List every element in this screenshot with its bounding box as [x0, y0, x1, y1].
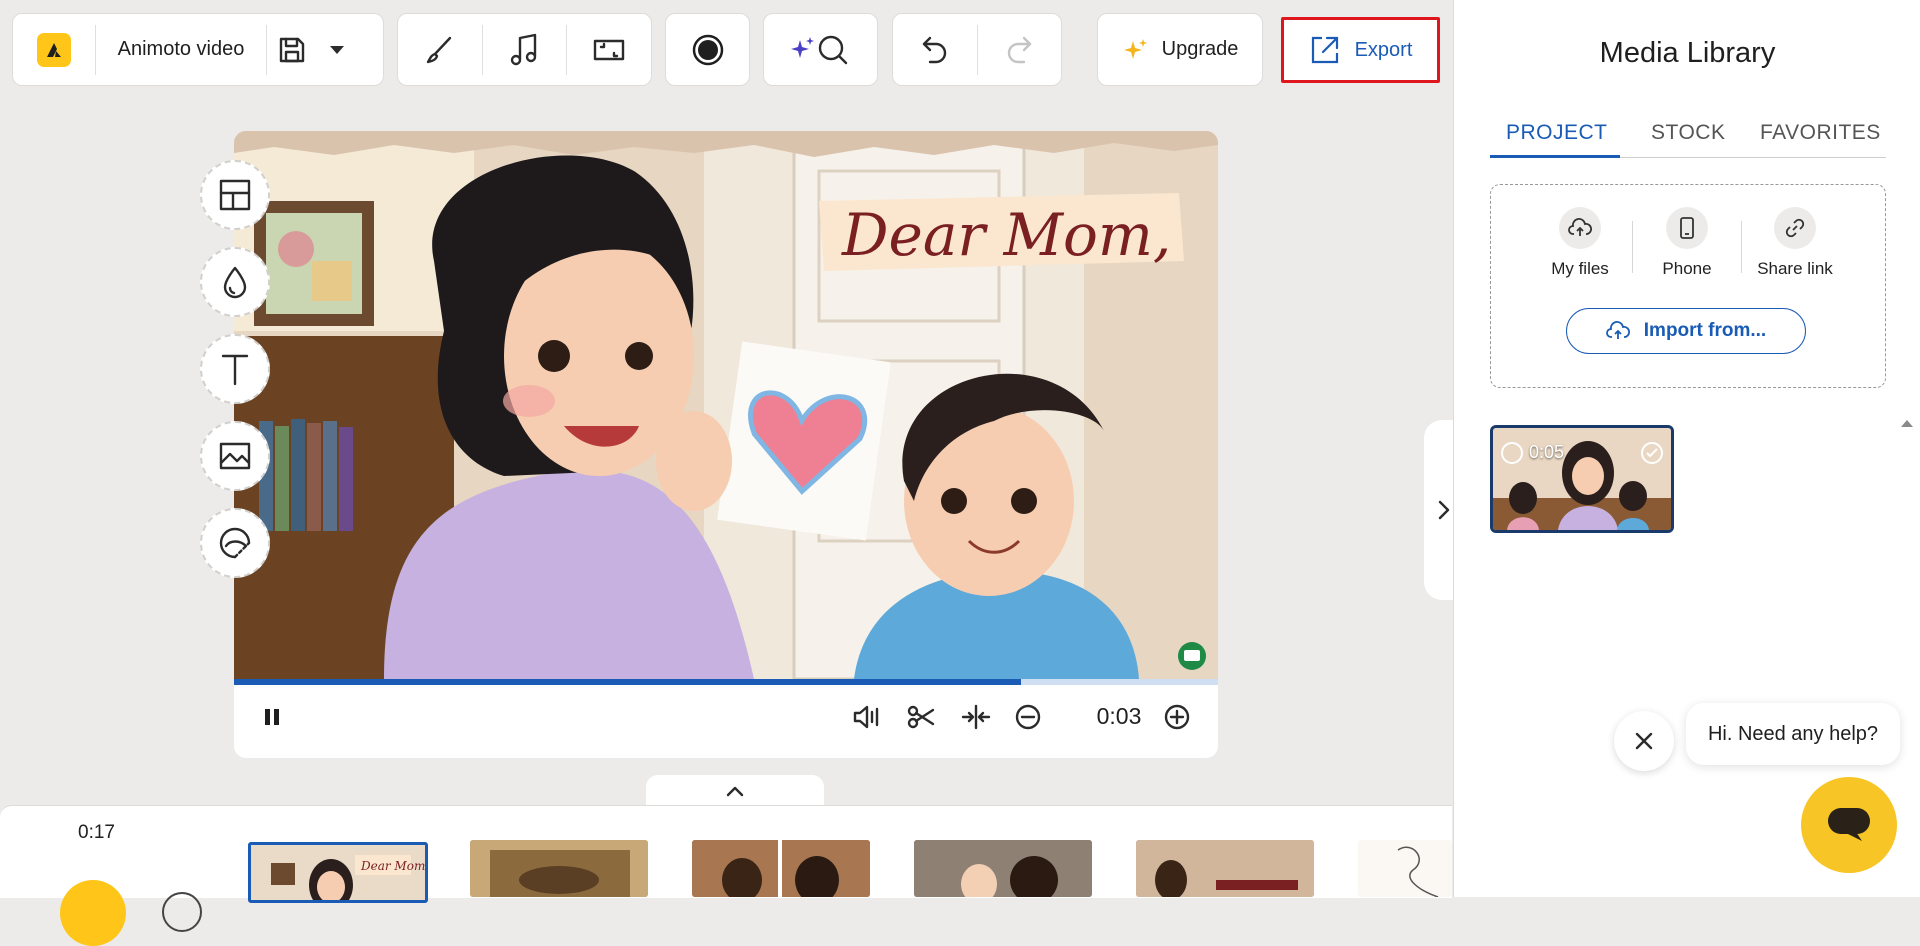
cloud-upload-icon	[1559, 207, 1601, 249]
color-drop-icon[interactable]	[200, 247, 270, 317]
resize-icon[interactable]	[567, 14, 651, 85]
close-icon	[1635, 732, 1653, 750]
chat-button[interactable]	[1801, 777, 1897, 873]
media-duration: 0:05	[1529, 442, 1565, 462]
pause-icon[interactable]	[264, 708, 280, 726]
timeline-thumb[interactable]: Dear Mom,	[248, 842, 428, 903]
media-tools-group	[397, 13, 652, 86]
video-player: Dear Mom, 0:03	[234, 131, 1218, 758]
scissors-icon[interactable]	[906, 703, 936, 731]
tab-favorites[interactable]: FAVORITES	[1760, 121, 1881, 145]
timeline-thumb[interactable]	[692, 840, 870, 897]
link-icon	[1774, 207, 1816, 249]
close-help-button[interactable]	[1614, 711, 1674, 771]
import-from-label: Import from...	[1643, 320, 1767, 341]
zoom-out-icon[interactable]	[1014, 703, 1042, 731]
thumb-image	[1136, 840, 1314, 897]
timeline-settings-button[interactable]	[162, 892, 202, 932]
chat-icon	[1828, 808, 1870, 841]
import-from-button[interactable]: Import from...	[1566, 308, 1806, 354]
scene-illustration: Dear Mom,	[234, 131, 1218, 679]
timeline-thumb[interactable]	[1358, 840, 1452, 897]
animoto-logo-icon[interactable]	[13, 14, 95, 85]
current-time: 0:03	[1096, 703, 1142, 729]
save-icon[interactable]	[267, 14, 317, 85]
zoom-in-icon[interactable]	[1163, 703, 1191, 731]
text-icon[interactable]	[200, 334, 270, 404]
check-icon[interactable]	[1641, 442, 1663, 464]
tab-stock[interactable]: STOCK	[1651, 121, 1725, 145]
chevron-up-icon	[726, 786, 744, 797]
project-toolbar-group: Animoto video	[12, 13, 384, 86]
thumb-image	[692, 840, 870, 897]
media-item[interactable]: 0:05	[1490, 425, 1674, 533]
sparkle-icon	[1122, 36, 1150, 64]
history-group	[892, 13, 1062, 86]
help-message[interactable]: Hi. Need any help?	[1686, 703, 1900, 765]
expand-timeline-button[interactable]	[646, 775, 824, 807]
media-library-panel: Media Library PROJECT STOCK FAVORITES My…	[1453, 0, 1920, 897]
split-icon[interactable]	[961, 703, 991, 731]
play-icon	[1501, 442, 1523, 464]
thumb-image: Dear Mom,	[251, 845, 425, 900]
active-tab-indicator	[1490, 155, 1620, 158]
my-files-option[interactable]: My files	[1530, 207, 1630, 279]
option-label: Phone	[1662, 259, 1712, 278]
record-icon[interactable]	[666, 14, 749, 85]
video-preview[interactable]: Dear Mom,	[234, 131, 1218, 679]
cloud-upload-icon	[1605, 321, 1630, 341]
record-group	[665, 13, 750, 86]
thumb-image	[914, 840, 1092, 897]
chevron-right-icon	[1438, 500, 1450, 520]
export-icon	[1309, 34, 1341, 66]
timeline-thumb[interactable]	[470, 840, 648, 897]
player-controls: 0:03	[234, 679, 1218, 758]
caret-down-icon[interactable]	[317, 14, 357, 85]
timeline-thumb[interactable]	[1136, 840, 1314, 897]
total-time: 0:17	[78, 822, 115, 843]
sticker-icon[interactable]	[200, 508, 270, 578]
redo-icon[interactable]	[978, 14, 1062, 85]
layout-icon[interactable]	[200, 160, 270, 230]
option-label: My files	[1551, 259, 1609, 278]
panel-title: Media Library	[1599, 37, 1776, 69]
sparkle-search-icon[interactable]	[764, 14, 877, 85]
svg-text:Dear Mom,: Dear Mom,	[360, 859, 425, 873]
image-icon[interactable]	[200, 421, 270, 491]
divider	[1741, 221, 1742, 273]
timeline-thumb[interactable]	[914, 840, 1092, 897]
scene-overlay-text[interactable]: Dear Mom,	[841, 201, 1171, 269]
scroll-up-icon[interactable]	[1900, 418, 1914, 428]
export-button[interactable]: Export	[1281, 17, 1440, 83]
project-title[interactable]: Animoto video	[96, 38, 266, 61]
upgrade-label: Upgrade	[1161, 38, 1239, 60]
phone-icon	[1666, 207, 1708, 249]
phone-option[interactable]: Phone	[1637, 207, 1737, 279]
upgrade-button[interactable]: Upgrade	[1097, 13, 1263, 86]
thumb-image	[470, 840, 648, 897]
tab-project[interactable]: PROJECT	[1506, 121, 1608, 145]
volume-icon[interactable]	[852, 703, 882, 731]
ai-search-group	[763, 13, 878, 86]
undo-icon[interactable]	[893, 14, 977, 85]
divider	[1632, 221, 1633, 273]
option-label: Share link	[1757, 259, 1833, 278]
play-all-button[interactable]	[60, 880, 126, 946]
brush-icon[interactable]	[398, 14, 482, 85]
share-link-option[interactable]: Share link	[1745, 207, 1845, 279]
music-icon[interactable]	[483, 14, 567, 85]
thumb-image	[1358, 840, 1452, 897]
export-label: Export	[1354, 38, 1413, 61]
